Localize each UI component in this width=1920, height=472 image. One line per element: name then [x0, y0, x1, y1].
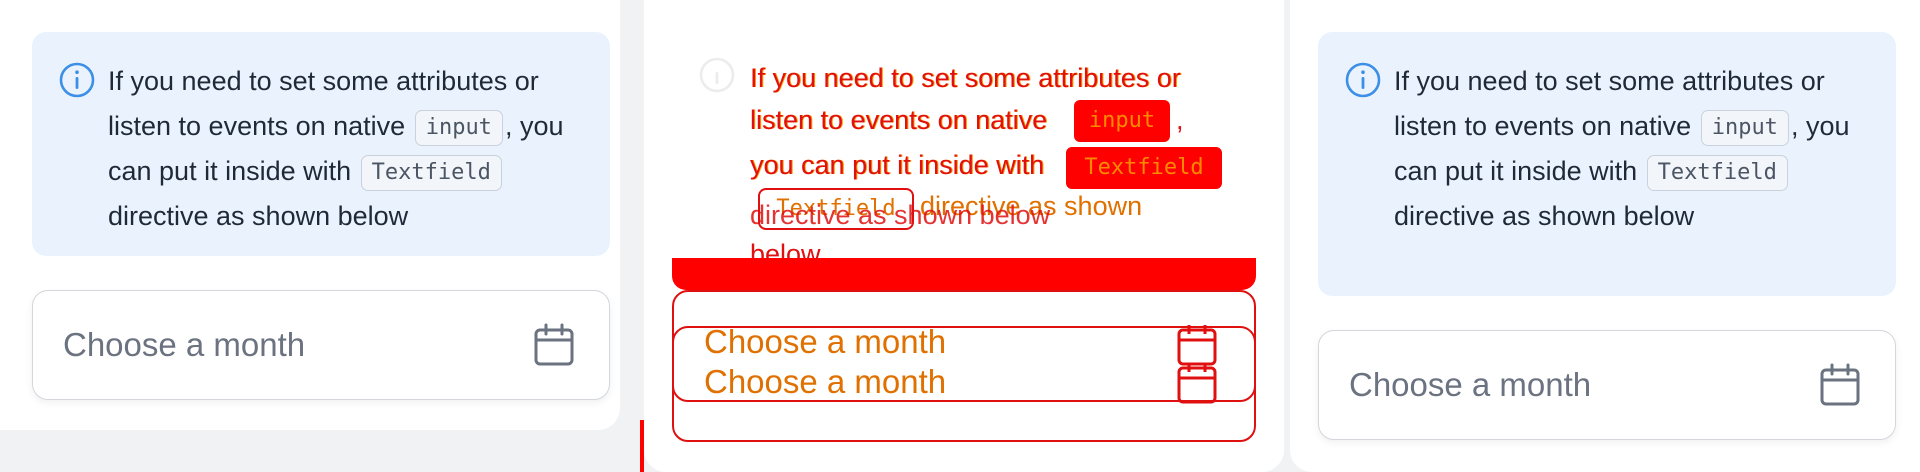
month-picker-placeholder: Choose a month — [1349, 366, 1592, 403]
glitch-alert-band — [672, 258, 1256, 290]
code-input: input — [414, 109, 503, 146]
glitch-line-2: listen to events on native — [750, 105, 1048, 135]
month-picker-placeholder: Choose a month — [63, 326, 306, 363]
info-alert: If you need to set some attributes or li… — [1318, 32, 1896, 296]
glitch-line-3: you can put it inside with — [750, 150, 1045, 180]
code-textfield: Textfield — [360, 154, 502, 191]
panel-middle: If you need to set some attributes or li… — [640, 0, 1290, 472]
code-input: input — [1700, 109, 1789, 146]
alert-text-after: directive as shown below — [108, 201, 409, 231]
glitch-edge-mark — [640, 420, 644, 472]
month-picker-field[interactable]: Choose a month — [32, 290, 610, 400]
month-picker-field[interactable]: Choose a month — [1318, 330, 1896, 440]
glitch-code-textfield: Textfield — [1066, 147, 1222, 189]
panel-right: If you need to set some attributes or li… — [1290, 0, 1920, 472]
glitch-placeholder-1: Choose a month — [704, 323, 947, 360]
alert-text-after: directive as shown below — [1394, 201, 1695, 231]
calendar-icon-ghost — [1177, 363, 1217, 404]
calendar-icon[interactable] — [1819, 362, 1861, 408]
glitch-code-input: input — [1074, 100, 1170, 142]
glitch-line-1: If you need to set some attributes or — [750, 63, 1181, 93]
panel-left: If you need to set some attributes or li… — [0, 0, 640, 472]
info-icon — [1345, 62, 1381, 98]
info-icon — [59, 62, 95, 98]
code-textfield: Textfield — [1646, 154, 1788, 191]
info-icon — [699, 57, 735, 93]
glitch-line-2-end: , — [1176, 105, 1184, 135]
info-alert: If you need to set some attributes or li… — [32, 32, 610, 256]
calendar-icon[interactable] — [533, 322, 575, 368]
glitch-placeholder-2: Choose a month — [704, 363, 947, 400]
